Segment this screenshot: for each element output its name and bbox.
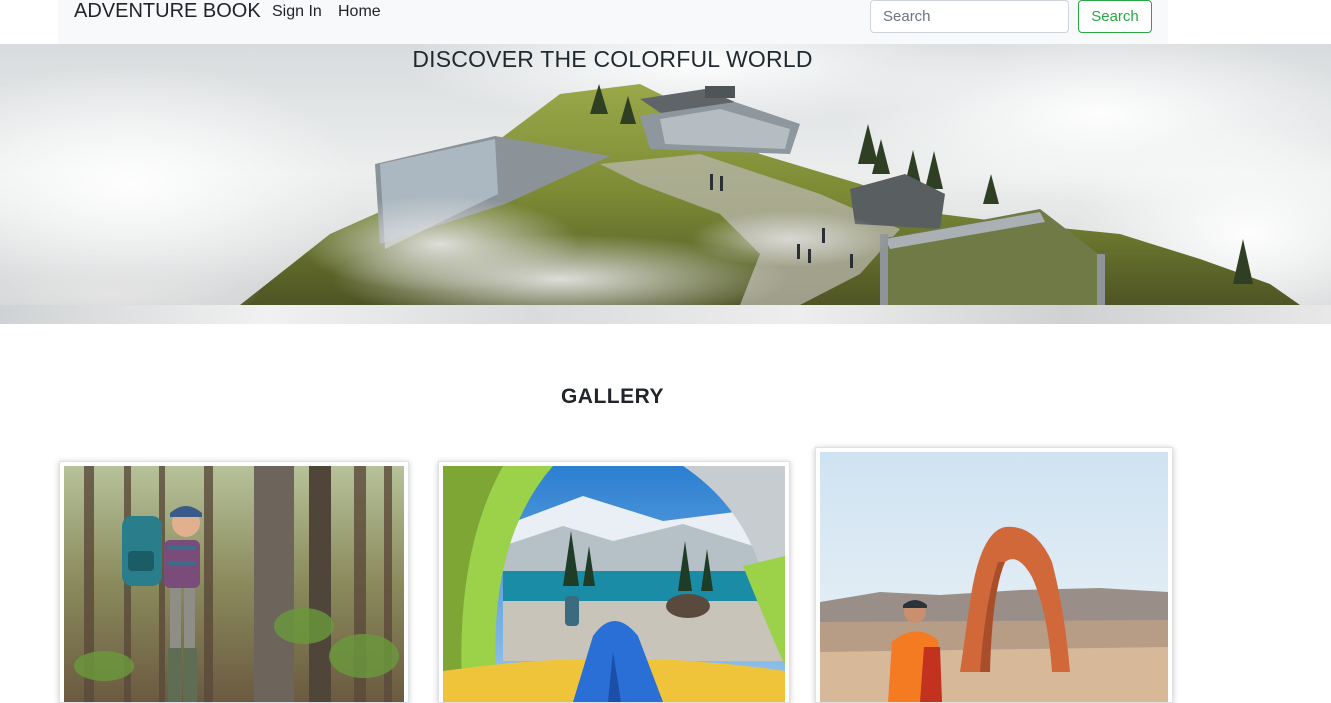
search-button[interactable]: Search (1078, 0, 1152, 33)
brand-logo-link[interactable]: ADVENTURE BOOK (74, 0, 261, 22)
gallery-card-tent-view[interactable] (438, 461, 790, 703)
nav-home-link[interactable]: Home (338, 3, 381, 21)
gallery-title: GALLERY (560, 385, 665, 408)
gallery-card-arch[interactable] (815, 447, 1173, 703)
nav-sign-in-link[interactable]: Sign In (272, 3, 322, 21)
gallery-image-forest-hiker (64, 466, 404, 702)
gallery-image-tent-lake (443, 466, 785, 702)
navbar: ADVENTURE BOOK Sign In Home Search (58, 0, 1168, 44)
search-input[interactable] (870, 0, 1069, 33)
hero-bottom-strip (0, 305, 1331, 324)
gallery-image-desert-arch (820, 452, 1168, 702)
hero-title: DISCOVER THE COLORFUL WORLD (412, 46, 813, 72)
hero-banner: DISCOVER THE COLORFUL WORLD (0, 44, 1331, 305)
hero-landscape-image (0, 44, 1331, 305)
gallery-card-hiker-child[interactable] (59, 461, 409, 703)
